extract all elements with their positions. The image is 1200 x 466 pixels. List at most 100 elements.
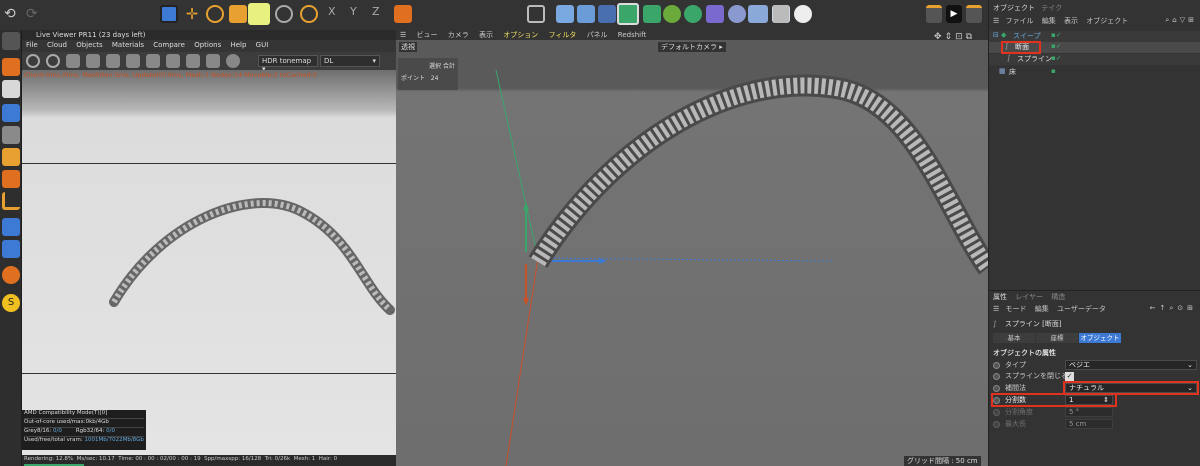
- viewport-panel[interactable]: ☰ ビュー カメラ 表示 オプション フィルタ パネル Redshift 透視 …: [396, 30, 988, 466]
- pen-icon[interactable]: [598, 5, 616, 23]
- redo-icon[interactable]: ⟳: [26, 5, 44, 23]
- menu-file[interactable]: File: [26, 41, 38, 49]
- attr-menu-edit[interactable]: 編集: [1035, 305, 1049, 313]
- spline-flags[interactable]: ▪✓: [1051, 54, 1062, 62]
- attr-menu-mode[interactable]: モード: [1006, 305, 1027, 313]
- y-axis-icon[interactable]: Y: [350, 5, 368, 23]
- points-mode-icon[interactable]: [2, 104, 20, 122]
- uv-mode-icon[interactable]: [2, 170, 20, 188]
- help-icon[interactable]: [226, 54, 240, 68]
- om-item-spline[interactable]: ∫ スプライン ▪✓: [989, 54, 1200, 65]
- undo-icon[interactable]: ⟲: [4, 5, 22, 23]
- menu-filter[interactable]: フィルタ: [548, 31, 576, 39]
- polygons-mode-icon[interactable]: [2, 148, 20, 166]
- light-icon[interactable]: [794, 5, 812, 23]
- profile-flags[interactable]: ▪✓: [1051, 42, 1062, 50]
- axis-mode-icon[interactable]: [2, 192, 20, 210]
- move-icon[interactable]: ✛: [183, 5, 201, 23]
- tab-attributes[interactable]: 属性: [993, 293, 1007, 301]
- model-icon[interactable]: [556, 5, 574, 23]
- field-icon[interactable]: [663, 5, 681, 23]
- anim-radio[interactable]: [993, 362, 1000, 369]
- close-spline-checkbox[interactable]: ✓: [1065, 372, 1074, 381]
- render-settings-icon[interactable]: [966, 5, 982, 23]
- attr-nav-icons[interactable]: ←↑⌕⊙⊞: [1150, 304, 1197, 313]
- world-coord-icon[interactable]: [394, 5, 412, 23]
- clay-icon[interactable]: [206, 54, 220, 68]
- tab-structure[interactable]: 構造: [1051, 293, 1065, 301]
- menu-help[interactable]: Help: [230, 41, 246, 49]
- viewport-scene[interactable]: 透視 デフォルトカメラ ▸ ✥⇕⊡⧉ 選択 合計 ポイント 24 グリッド間隔 …: [396, 32, 988, 466]
- menu-options-vp[interactable]: オプション: [503, 31, 538, 39]
- hamburger-icon[interactable]: ☰: [400, 31, 406, 39]
- menu-compare[interactable]: Compare: [153, 41, 185, 49]
- kernel-select[interactable]: DL ▾: [320, 55, 380, 67]
- cube-icon[interactable]: [577, 5, 595, 23]
- tab-takes[interactable]: テイク: [1041, 4, 1062, 12]
- generator-icon[interactable]: [617, 3, 639, 25]
- om-search-icon[interactable]: ⌕⌂▽⊞: [1165, 16, 1197, 25]
- floor-flags[interactable]: ▪: [1051, 67, 1056, 75]
- menu-gui[interactable]: GUI: [256, 41, 269, 49]
- render-region-icon[interactable]: [926, 5, 942, 23]
- subtab-basic[interactable]: 基本: [993, 333, 1035, 343]
- magnet-icon[interactable]: [2, 266, 20, 284]
- om-menu-view[interactable]: 表示: [1064, 17, 1078, 25]
- cloner-icon[interactable]: [684, 5, 702, 23]
- menu-objects[interactable]: Objects: [76, 41, 102, 49]
- rotate-icon[interactable]: [206, 5, 224, 23]
- tab-layers[interactable]: レイヤー: [1015, 293, 1043, 301]
- save-icon[interactable]: [186, 54, 200, 68]
- menu-panel[interactable]: パネル: [587, 31, 608, 39]
- settings-icon[interactable]: [26, 54, 40, 68]
- pick-icon[interactable]: [146, 54, 160, 68]
- floor-icon[interactable]: [748, 5, 768, 23]
- menu-display[interactable]: 表示: [479, 31, 493, 39]
- deformer-icon[interactable]: [643, 5, 661, 23]
- menu-options[interactable]: Options: [194, 41, 221, 49]
- z-axis-icon[interactable]: Z: [372, 5, 390, 23]
- scale-icon[interactable]: [229, 5, 247, 23]
- menu-redshift[interactable]: Redshift: [618, 31, 646, 39]
- sweep-flags[interactable]: ▪✓: [1051, 31, 1062, 39]
- tab-objects[interactable]: オブジェクト: [993, 4, 1035, 12]
- stop-icon[interactable]: [66, 54, 80, 68]
- workplane-icon[interactable]: [2, 240, 20, 258]
- region-icon[interactable]: [126, 54, 140, 68]
- om-menu-file[interactable]: ファイル: [1006, 17, 1034, 25]
- menu-materials[interactable]: Materials: [112, 41, 144, 49]
- hamburger-icon[interactable]: ☰: [993, 305, 999, 313]
- attr-menu-userdata[interactable]: ユーザーデータ: [1057, 305, 1106, 313]
- hamburger-icon[interactable]: ☰: [993, 17, 999, 25]
- coord-icon[interactable]: [275, 5, 293, 23]
- angle-field[interactable]: 5 °: [1065, 407, 1113, 417]
- menu-cloud[interactable]: Cloud: [47, 41, 67, 49]
- render-play-icon[interactable]: ▶: [946, 5, 962, 23]
- start-icon[interactable]: [106, 54, 120, 68]
- transform-icon[interactable]: [248, 3, 270, 25]
- render-canvas[interactable]: Check:0ms./0ms, MeshGen:5ms, Update(0):0…: [22, 70, 396, 455]
- type-select[interactable]: ベジエ ⌄: [1065, 360, 1197, 370]
- mode-icon[interactable]: [2, 32, 20, 50]
- x-axis-icon[interactable]: X: [328, 5, 346, 23]
- viewport-icon[interactable]: [527, 5, 545, 23]
- anim-radio[interactable]: [993, 409, 1000, 416]
- om-menu-object[interactable]: オブジェクト: [1086, 17, 1128, 25]
- om-menu-edit[interactable]: 編集: [1042, 17, 1056, 25]
- subtab-coords[interactable]: 座標: [1036, 333, 1078, 343]
- max-length-field[interactable]: 5 cm: [1065, 419, 1113, 429]
- edges-mode-icon[interactable]: [2, 126, 20, 144]
- snap-icon[interactable]: [2, 218, 20, 236]
- sculpt-icon[interactable]: S: [2, 294, 20, 312]
- pause-icon[interactable]: [86, 54, 100, 68]
- tag-icon[interactable]: [728, 5, 746, 23]
- history-icon[interactable]: [300, 5, 318, 23]
- anim-radio[interactable]: [993, 385, 1000, 392]
- deform-bar-icon[interactable]: [706, 5, 724, 23]
- refresh-icon[interactable]: [46, 54, 60, 68]
- anim-radio[interactable]: [993, 373, 1000, 380]
- object-mode-icon[interactable]: [2, 58, 20, 76]
- menu-view[interactable]: ビュー: [417, 31, 438, 39]
- anim-radio[interactable]: [993, 421, 1000, 428]
- subtab-object[interactable]: オブジェクト: [1079, 333, 1121, 343]
